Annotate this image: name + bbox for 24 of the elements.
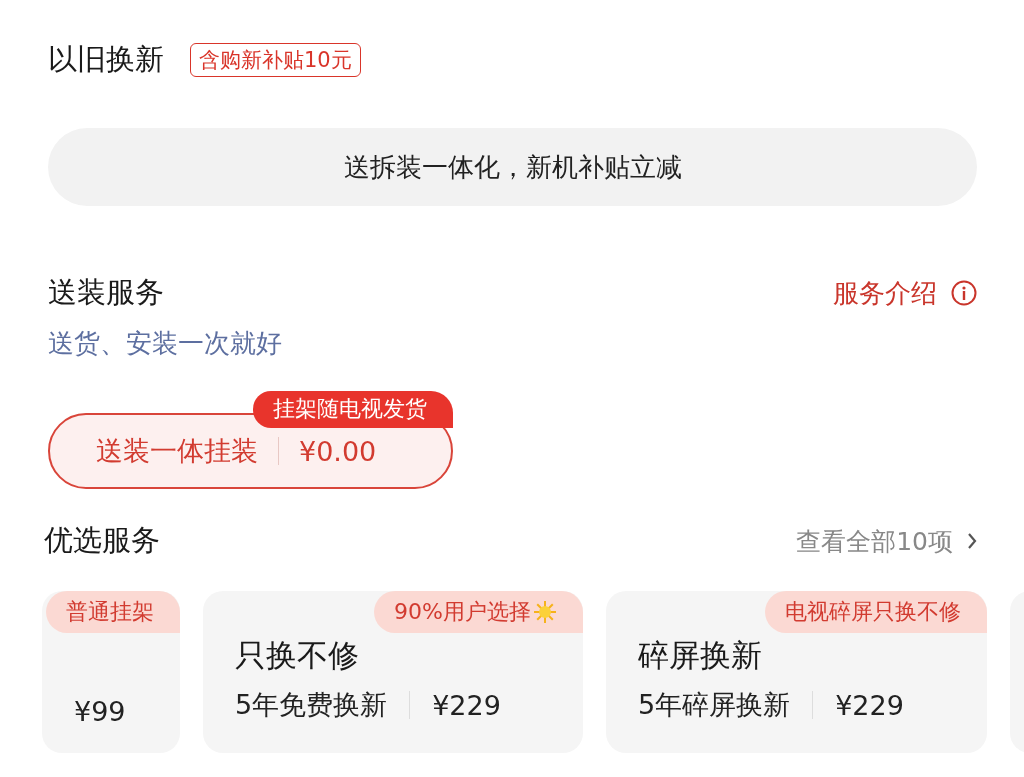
chevron-icon bbox=[967, 532, 977, 550]
card-tag: 普通挂架 bbox=[46, 591, 180, 633]
section-title: 送装服务 bbox=[48, 274, 164, 311]
option-tag: 挂架随电视发货 bbox=[253, 391, 453, 428]
section-title: 以旧换新 bbox=[48, 41, 164, 78]
section-subtitle: 送货、安装一次就好 bbox=[48, 327, 283, 360]
view-all-link[interactable]: 查看全部10项 bbox=[796, 524, 977, 558]
service-card[interactable]: 电视碎屏只换不修 碎屏换新 5年碎屏换新 ¥229 bbox=[606, 591, 987, 753]
service-card[interactable]: 90%用户选择 只换不修 5年免费换新 ¥229 bbox=[203, 591, 583, 753]
info-icon bbox=[951, 280, 977, 306]
card-price: ¥229 bbox=[432, 689, 501, 721]
card-detail: 5年免费换新 bbox=[235, 688, 388, 722]
subsidy-badge: 含购新补贴10元 bbox=[190, 43, 361, 77]
service-intro-link[interactable]: 服务介绍 bbox=[833, 275, 977, 311]
card-title: 碎屏换新 bbox=[638, 636, 763, 675]
trade-in-banner[interactable]: 送拆装一体化，新机补贴立减 bbox=[48, 128, 977, 206]
section-title: 优选服务 bbox=[44, 522, 160, 559]
card-title: 只换不修 bbox=[235, 636, 360, 675]
card-tag: 90%用户选择 bbox=[374, 591, 583, 633]
card-price: ¥229 bbox=[835, 689, 904, 721]
service-card[interactable]: 普通挂架 ¥99 bbox=[42, 591, 180, 753]
card-detail: 5年碎屏换新 bbox=[638, 688, 791, 722]
card-tag: 电视碎屏只换不修 bbox=[765, 591, 987, 633]
card-price: ¥99 bbox=[74, 696, 126, 727]
